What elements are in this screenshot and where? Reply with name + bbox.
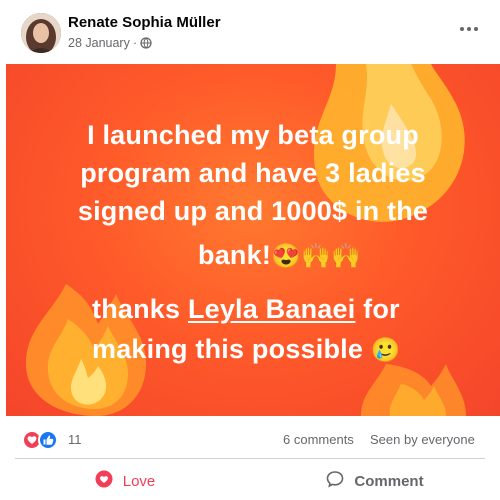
avatar[interactable] [21,13,61,53]
post-card: Renate Sophia Müller 28 January · I laun… [0,0,500,500]
post-date[interactable]: 28 January [68,36,130,50]
post-line: signed up and 1000$ in the [77,196,429,226]
post-line-text: making this possible [92,334,364,364]
comment-icon [326,470,344,492]
post-line-text: bank! [198,240,272,270]
post-line-text: for [355,294,400,324]
post-actions: Love Comment [0,462,500,500]
love-label: Love [122,472,156,490]
reaction-icons[interactable] [22,430,60,450]
heart-icon [95,470,113,492]
post-line: program and have 3 ladies [80,158,426,188]
meta-separator: · [132,36,138,50]
globe-icon[interactable] [140,37,152,49]
post-line-text: thanks [92,294,188,324]
comment-button[interactable]: Comment [250,462,500,500]
seen-by[interactable]: Seen by everyone [370,432,475,447]
divider [15,458,485,459]
post-text: I launched my beta group program and hav… [6,64,500,416]
love-button[interactable]: Love [0,462,250,500]
post-line: bank!😍🙌🙌 [6,240,361,271]
like-reaction-icon [38,430,58,450]
emoji: 🥲 [370,337,401,364]
reaction-count[interactable]: 11 [68,432,82,447]
comments-count[interactable]: 6 comments [283,432,354,447]
more-options-icon[interactable] [458,18,480,40]
author-name[interactable]: Renate Sophia Müller [68,14,221,31]
post-line: making this possible 🥲 [6,334,401,365]
post-line: thanks Leyla Banaei for [6,294,400,325]
post-stats: 11 6 comments Seen by everyone [0,420,500,458]
post-header: Renate Sophia Müller 28 January · [0,0,500,64]
post-line: I launched my beta group [87,120,419,150]
comment-label: Comment [354,472,424,490]
post-image[interactable]: I launched my beta group program and hav… [6,64,500,416]
emoji-group: 😍🙌🙌 [271,243,362,270]
post-meta: 28 January · [68,36,152,50]
mention-link[interactable]: Leyla Banaei [188,294,356,324]
